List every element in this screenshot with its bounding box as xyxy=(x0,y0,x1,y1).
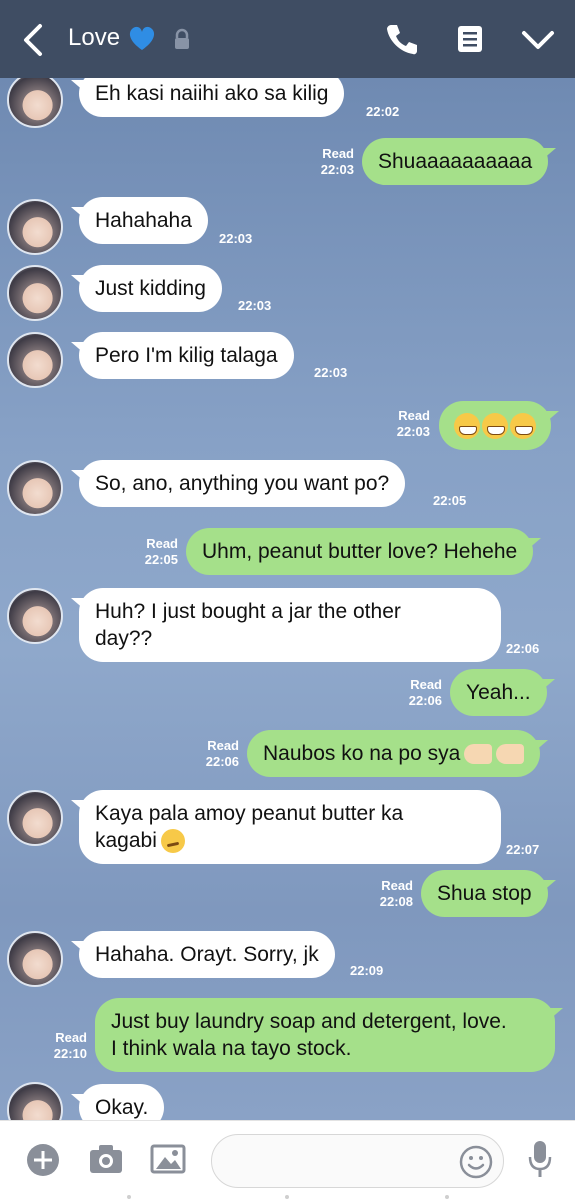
message-line: Huh? I just bought a jar the other xyxy=(95,600,401,623)
message-time: 22:06 xyxy=(506,641,540,656)
grinning-face-emoji xyxy=(454,413,480,440)
read-receipt: Read 22:06 xyxy=(408,677,442,708)
message-text: Naubos ko na po sya xyxy=(263,742,461,765)
message-time: 22:05 xyxy=(433,493,467,508)
back-arrow-icon[interactable] xyxy=(18,22,48,58)
camera-icon[interactable] xyxy=(88,1143,124,1175)
read-receipt: Read 22:03 xyxy=(396,408,430,439)
incoming-message[interactable]: Pero I'm kilig talaga xyxy=(71,332,294,379)
read-receipt: Read 22:05 xyxy=(144,536,178,567)
avatar[interactable] xyxy=(7,332,63,388)
chat-title: Love xyxy=(68,24,121,51)
smirking-face-emoji xyxy=(160,829,185,854)
avatar[interactable] xyxy=(7,588,63,644)
lock-icon xyxy=(175,28,189,49)
read-receipt: Read 22:06 xyxy=(205,738,239,769)
message-time: 22:07 xyxy=(506,842,540,857)
read-receipt: Read 22:03 xyxy=(320,146,354,177)
chevron-down-icon[interactable] xyxy=(520,28,556,52)
outgoing-message[interactable]: Shua stop xyxy=(421,870,556,917)
blue-heart-icon xyxy=(129,26,155,50)
outgoing-message[interactable]: Uhm, peanut butter love? Hehehe xyxy=(186,528,542,575)
avatar[interactable] xyxy=(7,78,63,128)
message-line: I think wala na tayo stock. xyxy=(111,1037,352,1060)
incoming-message[interactable]: Kaya pala amoy peanut butter ka kagabi xyxy=(71,790,501,864)
note-icon[interactable] xyxy=(455,24,485,54)
incoming-message[interactable]: So, ano, anything you want po? xyxy=(70,460,406,507)
read-receipt: Read 22:10 xyxy=(53,1030,87,1061)
avatar[interactable] xyxy=(7,1082,63,1120)
message-time: 22:02 xyxy=(366,104,400,119)
incoming-message[interactable]: Okay. xyxy=(70,1084,165,1120)
image-icon[interactable] xyxy=(150,1143,186,1175)
outgoing-message[interactable] xyxy=(439,401,559,451)
message-line: day?? xyxy=(95,627,153,650)
avatar[interactable] xyxy=(7,931,63,987)
grinning-face-emoji xyxy=(482,413,508,440)
outgoing-message[interactable]: Yeah... xyxy=(450,669,555,716)
plus-icon[interactable] xyxy=(26,1143,60,1177)
grinning-face-emoji xyxy=(510,413,536,440)
microphone-icon[interactable] xyxy=(527,1139,553,1179)
phone-icon[interactable] xyxy=(385,22,419,56)
message-time: 22:03 xyxy=(314,365,348,380)
avatar[interactable] xyxy=(7,265,63,321)
incoming-message[interactable]: Huh? I just bought a jar the other day?? xyxy=(71,588,501,662)
message-line: kagabi xyxy=(95,829,157,852)
message-line: Just buy laundry soap and detergent, lov… xyxy=(111,1010,507,1033)
avatar[interactable] xyxy=(7,199,63,255)
pointing-hand-emoji xyxy=(496,744,525,765)
incoming-message[interactable]: Just kidding xyxy=(71,265,222,312)
outgoing-message[interactable]: Shuaaaaaaaaaa xyxy=(362,138,557,185)
outgoing-message[interactable]: Naubos ko na po sya xyxy=(247,730,549,777)
read-receipt: Read 22:08 xyxy=(379,878,413,909)
divider-dot xyxy=(285,1195,289,1199)
message-composer xyxy=(0,1120,575,1200)
incoming-message[interactable]: Eh kasi naiihi ako sa kilig xyxy=(70,78,345,117)
outgoing-message[interactable]: Just buy laundry soap and detergent, lov… xyxy=(95,998,563,1072)
chat-header: Love xyxy=(0,0,575,78)
incoming-message[interactable]: Hahahaha xyxy=(71,197,208,244)
pointing-hand-emoji xyxy=(464,744,493,765)
message-time: 22:03 xyxy=(219,231,253,246)
message-time: 22:09 xyxy=(350,963,384,978)
avatar[interactable] xyxy=(7,460,63,516)
emoji-icon[interactable] xyxy=(459,1145,493,1179)
incoming-message[interactable]: Hahaha. Orayt. Sorry, jk xyxy=(71,931,335,978)
divider-dot xyxy=(127,1195,131,1199)
message-line: Kaya pala amoy peanut butter ka xyxy=(95,802,404,825)
divider-dot xyxy=(445,1195,449,1199)
message-list[interactable]: Eh kasi naiihi ako sa kilig 22:02 Read 2… xyxy=(0,78,575,1120)
avatar[interactable] xyxy=(7,790,63,846)
message-time: 22:03 xyxy=(238,298,272,313)
